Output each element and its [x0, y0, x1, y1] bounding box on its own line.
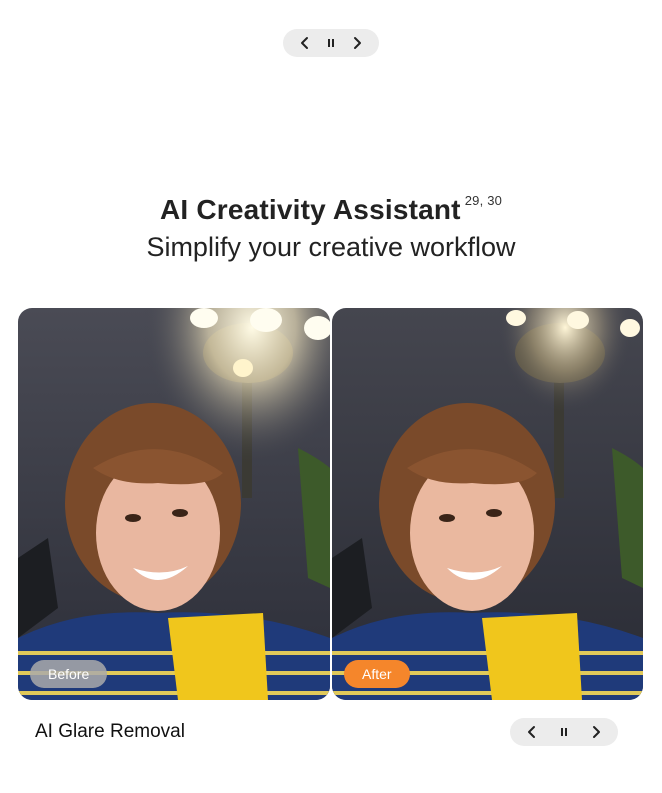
after-tag: After: [344, 660, 410, 688]
after-image: [332, 308, 643, 700]
pause-icon: [561, 728, 567, 736]
pause-icon: [328, 39, 334, 47]
chevron-left-icon: [301, 37, 308, 49]
after-photo: After: [332, 308, 643, 700]
carousel-controls-top: [283, 29, 379, 57]
page-subtitle: Simplify your creative workflow: [146, 232, 516, 262]
page-title: AI Creativity Assistant 29, 30: [0, 192, 662, 226]
chevron-right-icon: [593, 726, 600, 738]
footnote-ref: 29, 30: [464, 192, 503, 208]
prev-button[interactable]: [520, 720, 544, 744]
next-button[interactable]: [584, 720, 608, 744]
pause-button[interactable]: [552, 720, 576, 744]
before-photo: Before: [18, 308, 330, 700]
chevron-right-icon: [354, 37, 361, 49]
before-tag: Before: [30, 660, 108, 688]
prev-button[interactable]: [293, 31, 317, 55]
pause-button[interactable]: [319, 31, 343, 55]
carousel-controls-bottom: [510, 718, 618, 746]
before-image: [18, 308, 330, 700]
chevron-left-icon: [528, 726, 535, 738]
feature-label: AI Glare Removal: [35, 721, 185, 742]
section-heading: AI Creativity Assistant 29, 30 Simplify y…: [0, 192, 662, 263]
next-button[interactable]: [345, 31, 369, 55]
title-text: AI Creativity Assistant: [159, 194, 461, 225]
